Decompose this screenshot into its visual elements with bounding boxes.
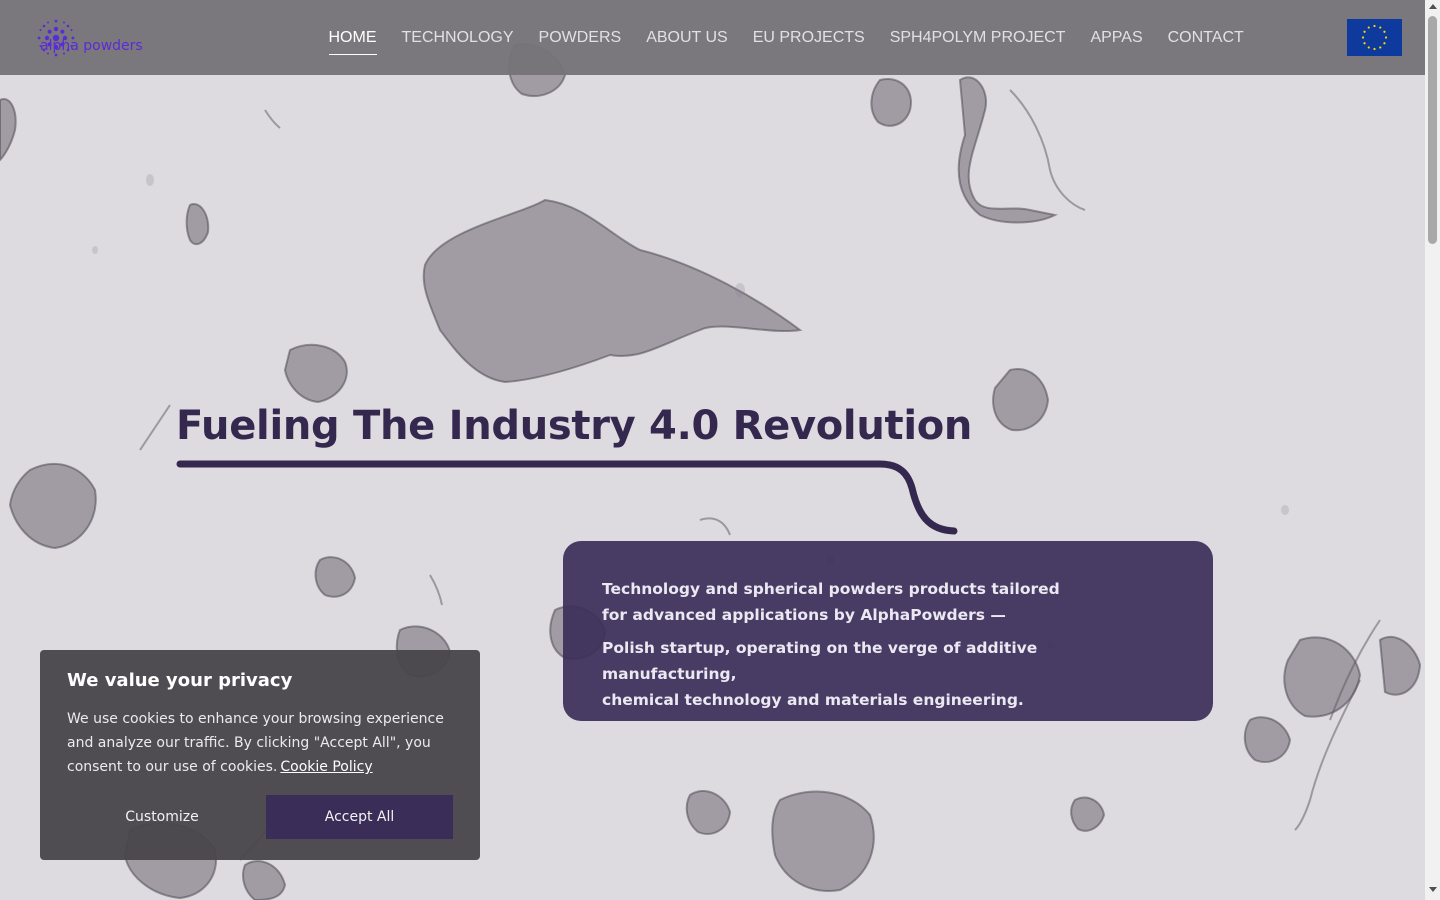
- cookie-banner-message: We use cookies to enhance your browsing …: [67, 711, 444, 775]
- hero-description-line-2: for advanced applications by AlphaPowder…: [602, 606, 1006, 624]
- nav-item-about-us[interactable]: ABOUT US: [634, 28, 741, 52]
- title-underline-swoosh: [176, 460, 958, 535]
- hero-description-line-4: chemical technology and materials engine…: [602, 691, 1024, 709]
- nav-item-technology[interactable]: TECHNOLOGY: [389, 28, 526, 52]
- hero-title: Fueling The Industry 4.0 Revolution: [176, 403, 973, 449]
- page: alpha powders HOME TECHNOLOGY POWDERS AB…: [0, 0, 1440, 900]
- nav-item-home[interactable]: HOME: [316, 28, 389, 55]
- logo-text[interactable]: alpha powders: [40, 38, 143, 54]
- cookie-banner-actions: Customize Accept All: [67, 795, 453, 839]
- cookie-banner-title: We value your privacy: [67, 670, 293, 691]
- accept-all-button[interactable]: Accept All: [266, 795, 453, 839]
- nav-item-contact[interactable]: CONTACT: [1155, 28, 1256, 52]
- nav-item-powders[interactable]: POWDERS: [526, 28, 634, 52]
- customize-button[interactable]: Customize: [67, 795, 257, 839]
- site-header: alpha powders HOME TECHNOLOGY POWDERS AB…: [0, 0, 1425, 75]
- hero-description-box: Technology and spherical powders product…: [563, 541, 1213, 721]
- cookie-banner-text: We use cookies to enhance your browsing …: [67, 707, 453, 779]
- main-nav: HOME TECHNOLOGY POWDERS ABOUT US EU PROJ…: [316, 28, 1256, 55]
- hero-description-line-3: Polish startup, operating on the verge o…: [602, 639, 1038, 683]
- hero-description-line-1: Technology and spherical powders product…: [602, 580, 1060, 598]
- scroll-down-arrow-icon[interactable]: [1429, 887, 1437, 892]
- scroll-up-arrow-icon[interactable]: [1429, 4, 1437, 9]
- page-scrollbar[interactable]: [1425, 0, 1440, 900]
- scrollbar-thumb[interactable]: [1428, 16, 1437, 244]
- cookie-consent-banner: We value your privacy We use cookies to …: [40, 650, 480, 860]
- cookie-policy-link[interactable]: Cookie Policy: [280, 759, 372, 775]
- eu-flag-icon[interactable]: [1347, 19, 1402, 56]
- nav-item-sph4polym-project[interactable]: SPH4POLYM PROJECT: [877, 28, 1078, 52]
- nav-item-eu-projects[interactable]: EU PROJECTS: [740, 28, 877, 52]
- nav-item-appas[interactable]: APPAS: [1078, 28, 1155, 52]
